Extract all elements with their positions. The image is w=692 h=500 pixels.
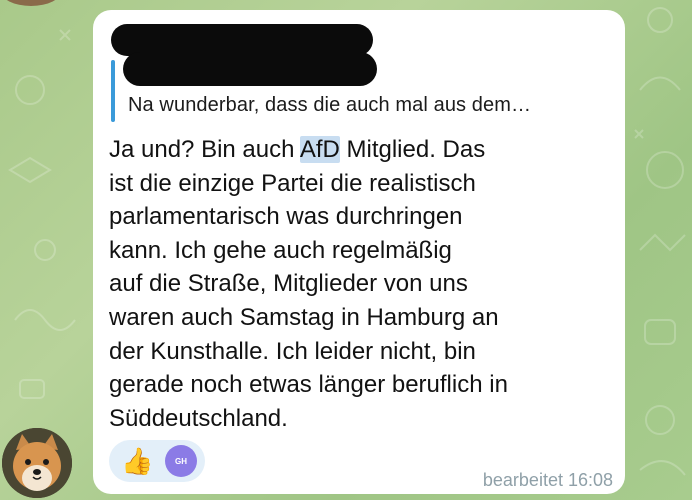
shiba-dog-icon <box>2 428 72 498</box>
message-text-segment: Mitglied. Das <box>339 136 486 163</box>
reply-quote-bar <box>111 60 115 122</box>
message-line: Süddeutschland. <box>109 404 288 432</box>
previous-sender-avatar[interactable] <box>0 0 62 6</box>
thumbs-up-icon: 👍 <box>121 446 154 476</box>
message-line: kann. Ich gehe auch regelmäßig <box>109 236 452 264</box>
message-line: auf die Straße, Mitglieder von uns <box>109 270 468 298</box>
message-line: parlamentarisch was durchringen <box>109 203 463 231</box>
message-line: gerade noch etwas länger beruflich in <box>109 371 508 399</box>
message-line: Ja und? Bin auch AfD Mitglied. Das <box>109 133 609 167</box>
message-line: der Kunsthalle. Ich leider nicht, bin <box>109 337 476 365</box>
reaction-chip[interactable]: 👍 GH <box>109 440 205 482</box>
highlighted-term: AfD <box>299 136 340 163</box>
message-line: waren auch Samstag in Hamburg an <box>109 303 499 331</box>
message-line: ist die einzige Partei die realistisch <box>109 169 476 197</box>
edited-timestamp: bearbeitet 16:08 <box>482 470 613 490</box>
redaction-block <box>123 52 377 86</box>
message-text: Ja und? Bin auch AfD Mitglied. Das ist d… <box>109 133 609 435</box>
sender-avatar[interactable] <box>2 428 72 498</box>
reply-preview-text[interactable]: Na wunderbar, dass die auch mal aus dem… <box>128 94 531 117</box>
reactor-avatar: GH <box>165 445 197 477</box>
message-bubble[interactable]: Na wunderbar, dass die auch mal aus dem…… <box>93 10 625 494</box>
message-text-segment: Ja und? Bin auch <box>109 136 300 163</box>
